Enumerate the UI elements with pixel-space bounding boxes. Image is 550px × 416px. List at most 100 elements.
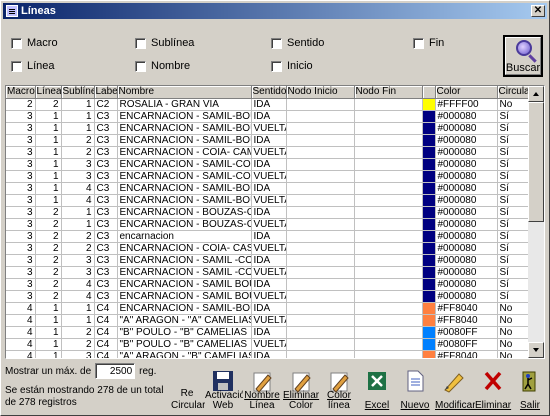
cell-macro[interactable]: 4 <box>6 326 36 339</box>
cell-color[interactable]: #000080 <box>435 134 498 147</box>
cell-nombre[interactable]: ENCARNACION - COIA- CASTELAO <box>117 242 252 255</box>
cell-color[interactable]: #FF8040 <box>435 314 498 327</box>
color-swatch[interactable] <box>422 338 436 351</box>
cell-color[interactable]: #FF8040 <box>435 350 498 358</box>
cell-label[interactable]: C3 <box>94 242 118 255</box>
checkbox-box[interactable] <box>413 37 424 49</box>
cell-circular[interactable]: Sí <box>497 158 531 171</box>
cell-color[interactable]: #000080 <box>435 194 498 207</box>
filter-fin-checkbox[interactable]: Fin <box>413 37 444 49</box>
color-swatch[interactable] <box>422 134 436 147</box>
cell-label[interactable]: C3 <box>94 278 118 291</box>
cell-nodo-inicio[interactable] <box>286 278 355 291</box>
eliminar-color-button[interactable]: Eliminar Color <box>283 367 319 413</box>
cell-macro[interactable]: 3 <box>6 110 36 123</box>
cell-nodo-inicio[interactable] <box>286 218 355 231</box>
cell-circular[interactable]: Sí <box>497 134 531 147</box>
cell-nombre[interactable]: "A" ARAGON - "A" CAMELIAS <box>117 314 252 327</box>
cell-macro[interactable]: 3 <box>6 194 36 207</box>
cell-linea[interactable]: 2 <box>35 218 62 231</box>
color-swatch[interactable] <box>422 122 436 135</box>
cell-sentido[interactable]: VUELTA <box>251 194 287 207</box>
cell-sentido[interactable]: VUELTA <box>251 146 287 159</box>
column-header[interactable]: Label <box>94 86 118 99</box>
cell-label[interactable]: C4 <box>94 350 118 358</box>
color-swatch[interactable] <box>422 170 436 183</box>
cell-nodo-inicio[interactable] <box>286 314 355 327</box>
cell-label[interactable]: C3 <box>94 170 118 183</box>
cell-nombre[interactable]: ROSALIA - GRAN VIA <box>117 98 252 111</box>
recircular-button[interactable]: Re Circular <box>171 367 205 413</box>
color-swatch[interactable] <box>422 194 436 207</box>
cell-sublinea[interactable]: 4 <box>61 182 95 195</box>
cell-color[interactable]: #000080 <box>435 218 498 231</box>
cell-sentido[interactable]: VUELTA <box>251 242 287 255</box>
cell-nodo-fin[interactable] <box>354 170 423 183</box>
cell-nodo-fin[interactable] <box>354 158 423 171</box>
cell-nodo-inicio[interactable] <box>286 230 355 243</box>
cell-label[interactable]: C3 <box>94 158 118 171</box>
cell-linea[interactable]: 1 <box>35 350 62 358</box>
cell-nombre[interactable]: ENCARNACION - SAMIL-BOUZAS <box>117 182 252 195</box>
cell-nodo-inicio[interactable] <box>286 194 355 207</box>
table-row[interactable]: 3 2 3 C3 ENCARNACION - SAMIL -COIA IDA #000080… <box>6 254 531 267</box>
cell-circular[interactable]: Sí <box>497 206 531 219</box>
color-swatch[interactable] <box>422 110 436 123</box>
color-swatch[interactable] <box>422 254 436 267</box>
cell-sentido[interactable]: IDA <box>251 182 287 195</box>
cell-macro[interactable]: 3 <box>6 290 36 303</box>
cell-sentido[interactable]: IDA <box>251 350 287 358</box>
cell-nombre[interactable]: "B" POULO - "B" CAMELIAS <box>117 338 252 351</box>
cell-linea[interactable]: 1 <box>35 134 62 147</box>
color-swatch[interactable] <box>422 326 436 339</box>
cell-circular[interactable]: No <box>497 314 531 327</box>
cell-nombre[interactable]: ENCARNACION - SAMIL BOUZAS <box>117 290 252 303</box>
cell-circular[interactable]: No <box>497 302 531 315</box>
cell-circular[interactable]: Sí <box>497 110 531 123</box>
cell-nodo-fin[interactable] <box>354 98 423 111</box>
table-row[interactable]: 322C3ENCARNACION - COIA- CASTELAOVUELTA#… <box>6 242 531 255</box>
cell-nodo-fin[interactable] <box>354 326 423 339</box>
cell-macro[interactable]: 3 <box>6 158 36 171</box>
cell-color[interactable]: #000080 <box>435 266 498 279</box>
cell-color[interactable]: #000080 <box>435 146 498 159</box>
cell-label[interactable]: C3 <box>94 110 118 123</box>
cell-nodo-fin[interactable] <box>354 206 423 219</box>
column-header[interactable]: Línea <box>35 86 62 99</box>
table-row[interactable]: 321C3ENCARNACION - BOUZAS-CASTELIDA #0000… <box>6 206 531 219</box>
cell-sentido[interactable]: IDA <box>251 98 287 111</box>
table-row[interactable]: 412C4"B" POULO - "B" CAMELIASVUELTA #0080… <box>6 338 531 351</box>
cell-nodo-fin[interactable] <box>354 194 423 207</box>
eliminar-button[interactable]: Eliminar <box>475 367 511 413</box>
cell-linea[interactable]: 2 <box>35 230 62 243</box>
cell-sublinea[interactable]: 3 <box>61 170 95 183</box>
cell-linea[interactable]: 1 <box>35 182 62 195</box>
cell-nombre[interactable]: ENCARNACION - SAMIL BOUZAS <box>117 278 252 291</box>
cell-nodo-fin[interactable] <box>354 110 423 123</box>
color-swatch[interactable] <box>422 290 436 303</box>
table-row[interactable]: 4 1 3 C4 "A" ARAGON - "B" CAMELIAS IDA #FF8040… <box>6 350 531 358</box>
checkbox-box[interactable] <box>11 60 22 72</box>
cell-nodo-fin[interactable] <box>354 302 423 315</box>
cell-nodo-inicio[interactable] <box>286 254 355 267</box>
column-header[interactable]: Circular <box>497 86 531 99</box>
cell-circular[interactable]: Sí <box>497 290 531 303</box>
checkbox-box[interactable] <box>135 37 146 49</box>
cell-circular[interactable]: Sí <box>497 218 531 231</box>
cell-color[interactable]: #000080 <box>435 206 498 219</box>
cell-nodo-fin[interactable] <box>354 290 423 303</box>
color-swatch[interactable] <box>422 98 436 111</box>
column-header[interactable]: Nodo Fin <box>354 86 423 99</box>
cell-macro[interactable]: 3 <box>6 218 36 231</box>
cell-sublinea[interactable]: 1 <box>61 110 95 123</box>
cell-sentido[interactable]: VUELTA <box>251 314 287 327</box>
color-swatch[interactable] <box>422 302 436 315</box>
cell-sentido[interactable]: IDA <box>251 254 287 267</box>
cell-linea[interactable]: 2 <box>35 278 62 291</box>
color-swatch[interactable] <box>422 278 436 291</box>
cell-circular[interactable]: Sí <box>497 146 531 159</box>
cell-sublinea[interactable]: 2 <box>61 146 95 159</box>
filter-linea-checkbox[interactable]: Línea <box>11 60 55 72</box>
cell-sublinea[interactable]: 1 <box>61 218 95 231</box>
table-row[interactable]: 311C3ENCARNACION - SAMIL-BOUZASIDA#00008… <box>6 110 531 123</box>
